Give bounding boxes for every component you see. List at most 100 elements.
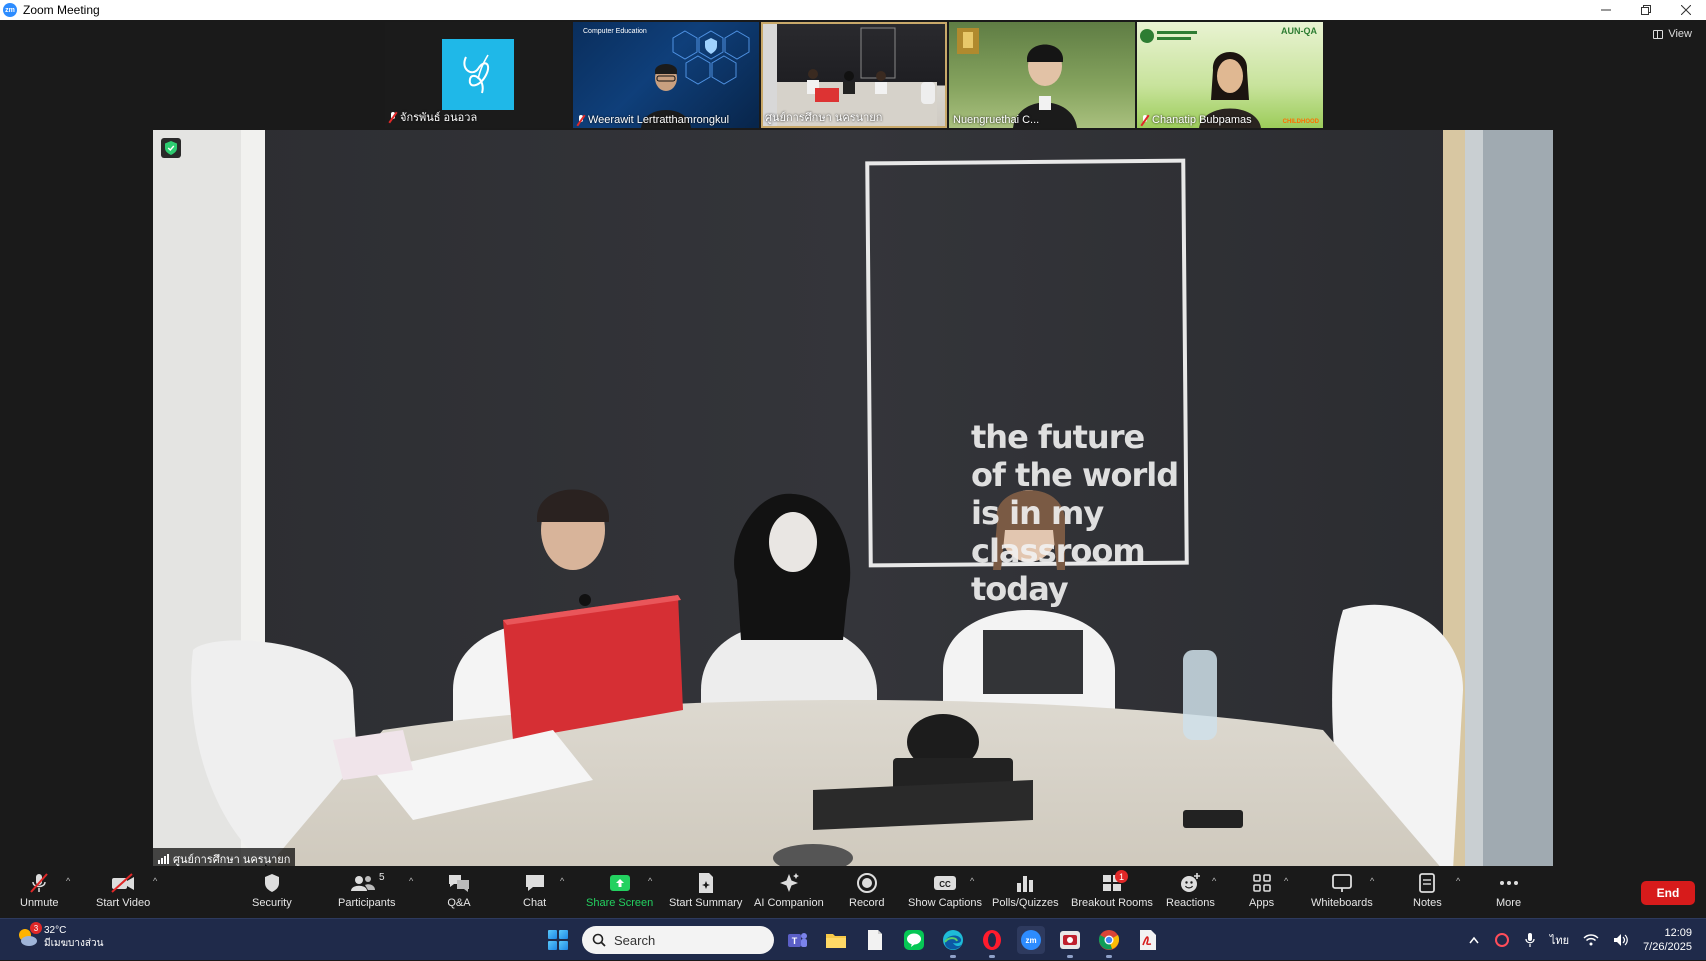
share-screen-label: Share Screen	[586, 897, 654, 909]
participant-tile[interactable]: AUN-QA CHILDHOOD Chanatip Bubpamas	[1137, 22, 1323, 128]
audio-options-caret[interactable]: ^	[66, 876, 70, 886]
chat-icon	[525, 875, 544, 891]
wall-text-line: the future	[971, 418, 1145, 456]
reactions-button[interactable]: Reactions	[1166, 872, 1215, 909]
captions-options-caret[interactable]: ^	[970, 876, 974, 886]
main-video[interactable]: the future of the world is in my classro…	[153, 130, 1553, 870]
share-screen-button[interactable]: Share Screen	[586, 872, 653, 909]
share-screen-icon	[609, 875, 630, 891]
taskbar-zoom[interactable]: zm	[1017, 926, 1045, 954]
chat-options-caret[interactable]: ^	[560, 876, 564, 886]
participants-options-caret[interactable]: ^	[409, 876, 413, 886]
more-icon	[1499, 881, 1518, 885]
start-video-label: Start Video	[96, 897, 151, 909]
clock[interactable]: 12:09 7/26/2025	[1643, 926, 1692, 954]
taskbar-chrome[interactable]	[1095, 926, 1123, 958]
close-button[interactable]	[1666, 0, 1706, 20]
minimize-button[interactable]	[1586, 0, 1626, 20]
poll-icon	[1017, 876, 1034, 892]
taskbar-teams[interactable]: T	[783, 926, 811, 954]
wifi-icon[interactable]	[1583, 933, 1599, 947]
qa-button[interactable]: Q&A	[447, 872, 471, 909]
participants-button[interactable]: 5 Participants	[338, 872, 395, 909]
participants-label: Participants	[338, 897, 396, 909]
apps-button[interactable]: Apps	[1249, 872, 1274, 909]
start-summary-label: Start Summary	[669, 897, 743, 909]
security-button[interactable]: Security	[252, 872, 292, 909]
line-chat-icon	[904, 930, 924, 950]
start-button[interactable]	[548, 930, 568, 950]
weather-badge: 3	[30, 922, 42, 934]
reactions-options-caret[interactable]: ^	[1212, 876, 1216, 886]
teams-icon: T	[788, 933, 807, 947]
meeting-toolbar: Unmute ^ Start Video ^ Security 5 Partic…	[0, 866, 1706, 918]
unmute-button[interactable]: Unmute	[20, 872, 59, 909]
participant-tile[interactable]: จักรพันธ์ อนอวล	[385, 22, 571, 128]
ai-companion-button[interactable]: AI Companion	[754, 872, 824, 909]
breakout-rooms-button[interactable]: 1 Breakout Rooms	[1071, 870, 1153, 909]
taskbar-opera[interactable]	[978, 926, 1006, 958]
overlay-badge: AUN-QA	[1281, 26, 1317, 36]
participant-name-text: Chanatip Bubpamas	[1152, 114, 1252, 126]
shield-icon	[264, 874, 279, 892]
taskbar-search[interactable]: Search	[582, 926, 774, 954]
participant-video	[1140, 29, 1261, 128]
whiteboards-button[interactable]: Whiteboards	[1311, 872, 1373, 909]
taskbar-line[interactable]	[900, 926, 928, 954]
start-summary-button[interactable]: Start Summary	[669, 872, 742, 909]
mic-muted-icon	[577, 114, 585, 126]
speaker-icon[interactable]	[1613, 933, 1629, 947]
participants-icon	[350, 876, 375, 891]
record-button[interactable]: Record	[849, 872, 884, 909]
qa-icon	[449, 875, 469, 892]
reactions-label: Reactions	[1166, 897, 1215, 909]
weather-desc: มีเมฆบางส่วน	[44, 938, 104, 949]
room-scene	[153, 130, 1553, 870]
apps-options-caret[interactable]: ^	[1284, 876, 1288, 886]
apps-label: Apps	[1249, 897, 1275, 909]
meeting-area: View จักรพันธ์ อนอวล Computer Education	[0, 20, 1706, 870]
view-grid-icon	[1653, 29, 1664, 39]
edge-browser-icon	[943, 930, 963, 950]
window-title: Zoom Meeting	[23, 3, 100, 17]
show-captions-label: Show Captions	[908, 897, 982, 909]
notes-options-caret[interactable]: ^	[1456, 876, 1460, 886]
breakout-rooms-label: Breakout Rooms	[1071, 897, 1153, 909]
opera-tray-icon[interactable]	[1494, 932, 1510, 948]
taskbar-acrobat[interactable]	[1134, 926, 1162, 954]
polls-button[interactable]: Polls/Quizzes	[992, 872, 1059, 909]
participants-count: 5	[378, 872, 385, 883]
end-meeting-button[interactable]: End	[1641, 881, 1695, 905]
taskbar-file-explorer[interactable]	[822, 926, 850, 954]
script-logo-icon	[463, 54, 490, 93]
emoji-icon	[1181, 873, 1201, 892]
whiteboards-options-caret[interactable]: ^	[1370, 876, 1374, 886]
taskbar-edge[interactable]	[939, 926, 967, 958]
participant-tile[interactable]: Computer Education Weerawit Lertratthamr…	[573, 22, 759, 128]
notes-button[interactable]: Notes	[1413, 872, 1442, 909]
restore-button[interactable]	[1626, 0, 1666, 20]
encryption-badge[interactable]	[161, 138, 181, 158]
chat-button[interactable]: Chat	[523, 872, 546, 909]
taskbar-notepad[interactable]	[861, 926, 889, 954]
microphone-icon[interactable]	[1524, 932, 1536, 948]
participant-logo	[442, 39, 514, 110]
weather-widget[interactable]: 3 32°C มีเมฆบางส่วน	[16, 922, 104, 950]
more-button[interactable]: More	[1496, 872, 1521, 909]
breakout-badge: 1	[1114, 870, 1128, 883]
participant-tile[interactable]: Nuengruethai C...	[949, 22, 1135, 128]
more-label: More	[1496, 897, 1522, 909]
participant-tile-active[interactable]: ศูนย์การศึกษา นครนายก	[761, 22, 947, 128]
share-options-caret[interactable]: ^	[648, 876, 652, 886]
chat-label: Chat	[523, 897, 547, 909]
chevron-up-icon[interactable]	[1468, 935, 1480, 945]
start-video-button[interactable]: Start Video	[96, 872, 150, 909]
view-button[interactable]: View	[1653, 28, 1692, 40]
taskbar-camera-app[interactable]	[1056, 926, 1084, 958]
participant-name: ศูนย์การศึกษา นครนายก	[765, 108, 882, 126]
video-options-caret[interactable]: ^	[153, 876, 157, 886]
whiteboards-label: Whiteboards	[1311, 897, 1373, 909]
shield-check-icon	[165, 141, 177, 155]
language-indicator[interactable]: ไทย	[1550, 931, 1569, 949]
polls-label: Polls/Quizzes	[992, 897, 1059, 909]
